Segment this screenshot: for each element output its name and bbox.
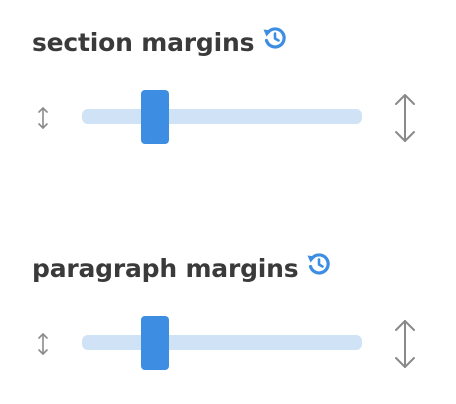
- paragraph-margins-title: paragraph margins: [32, 253, 299, 283]
- section-margins-slider-track[interactable]: [82, 90, 362, 144]
- paragraph-margins-slider-thumb[interactable]: [140, 316, 169, 370]
- paragraph-margins-group: paragraph margins: [0, 226, 456, 376]
- vertical-arrows-large-icon: [392, 318, 418, 370]
- vertical-arrows-large-icon: [392, 92, 418, 144]
- vertical-arrows-small-icon: [35, 105, 51, 131]
- paragraph-margins-slider-track[interactable]: [82, 316, 362, 370]
- vertical-arrows-small-icon: [35, 331, 51, 357]
- section-margins-header: section margins: [32, 24, 288, 60]
- section-margins-slider-row: [0, 88, 456, 146]
- section-margins-group: section margins: [0, 0, 456, 150]
- paragraph-margins-slider-row: [0, 314, 456, 372]
- section-margins-title: section margins: [32, 27, 255, 57]
- section-margins-slider-thumb[interactable]: [140, 90, 169, 144]
- history-reset-icon[interactable]: [262, 25, 288, 51]
- paragraph-margins-header: paragraph margins: [32, 250, 332, 286]
- history-reset-icon[interactable]: [306, 251, 332, 277]
